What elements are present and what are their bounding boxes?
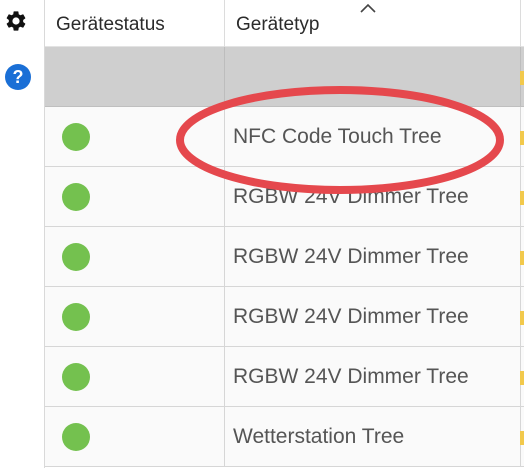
edge-marker [520,71,524,85]
status-cell [45,347,225,406]
table-row[interactable]: RGBW 24V Dimmer Tree [45,227,524,287]
status-cell [45,107,225,166]
type-cell: RGBW 24V Dimmer Tree [225,287,521,346]
device-type-label: RGBW 24V Dimmer Tree [233,365,469,388]
device-type-label: RGBW 24V Dimmer Tree [233,305,469,328]
edge-marker [520,191,524,205]
edge-marker [520,371,524,385]
status-ok-indicator [62,243,90,271]
edge-marker [520,251,524,265]
status-ok-indicator [62,123,90,151]
device-type-label: RGBW 24V Dimmer Tree [233,185,469,208]
sort-ascending-icon [360,3,376,13]
help-icon[interactable]: ? [4,63,32,91]
device-type-label: NFC Code Touch Tree [233,125,442,148]
device-type-label: Wetterstation Tree [233,425,405,448]
status-cell [45,287,225,346]
edge-marker [520,311,524,325]
status-ok-indicator [62,423,90,451]
type-cell: RGBW 24V Dimmer Tree [225,347,521,406]
column-header-status[interactable]: Gerätestatus [45,0,225,47]
type-cell: Wetterstation Tree [225,407,521,466]
status-ok-indicator [62,183,90,211]
table-row[interactable]: NFC Code Touch Tree [45,107,524,167]
table-row[interactable]: RGBW 24V Dimmer Tree [45,287,524,347]
filter-cell-status[interactable] [45,47,225,106]
table-row[interactable]: RGBW 24V Dimmer Tree [45,167,524,227]
type-cell: RGBW 24V Dimmer Tree [225,227,521,286]
table-row[interactable]: RGBW 24V Dimmer Tree [45,347,524,407]
gear-icon[interactable] [4,9,28,33]
edge-marker [520,431,524,445]
status-cell [45,407,225,466]
device-table: Gerätestatus Gerätetyp NFC Code Touch Tr… [44,0,524,468]
svg-text:?: ? [13,67,24,87]
status-ok-indicator [62,303,90,331]
device-type-label: RGBW 24V Dimmer Tree [233,245,469,268]
status-cell [45,167,225,226]
status-cell [45,227,225,286]
toolbar: ? [0,0,44,468]
type-cell: NFC Code Touch Tree [225,107,521,166]
edge-marker [520,131,524,145]
table-row[interactable]: Wetterstation Tree [45,407,524,467]
status-ok-indicator [62,363,90,391]
table-header: Gerätestatus Gerätetyp [45,0,524,47]
filter-cell-type[interactable] [225,47,521,106]
filter-row[interactable] [45,47,524,107]
type-cell: RGBW 24V Dimmer Tree [225,167,521,226]
